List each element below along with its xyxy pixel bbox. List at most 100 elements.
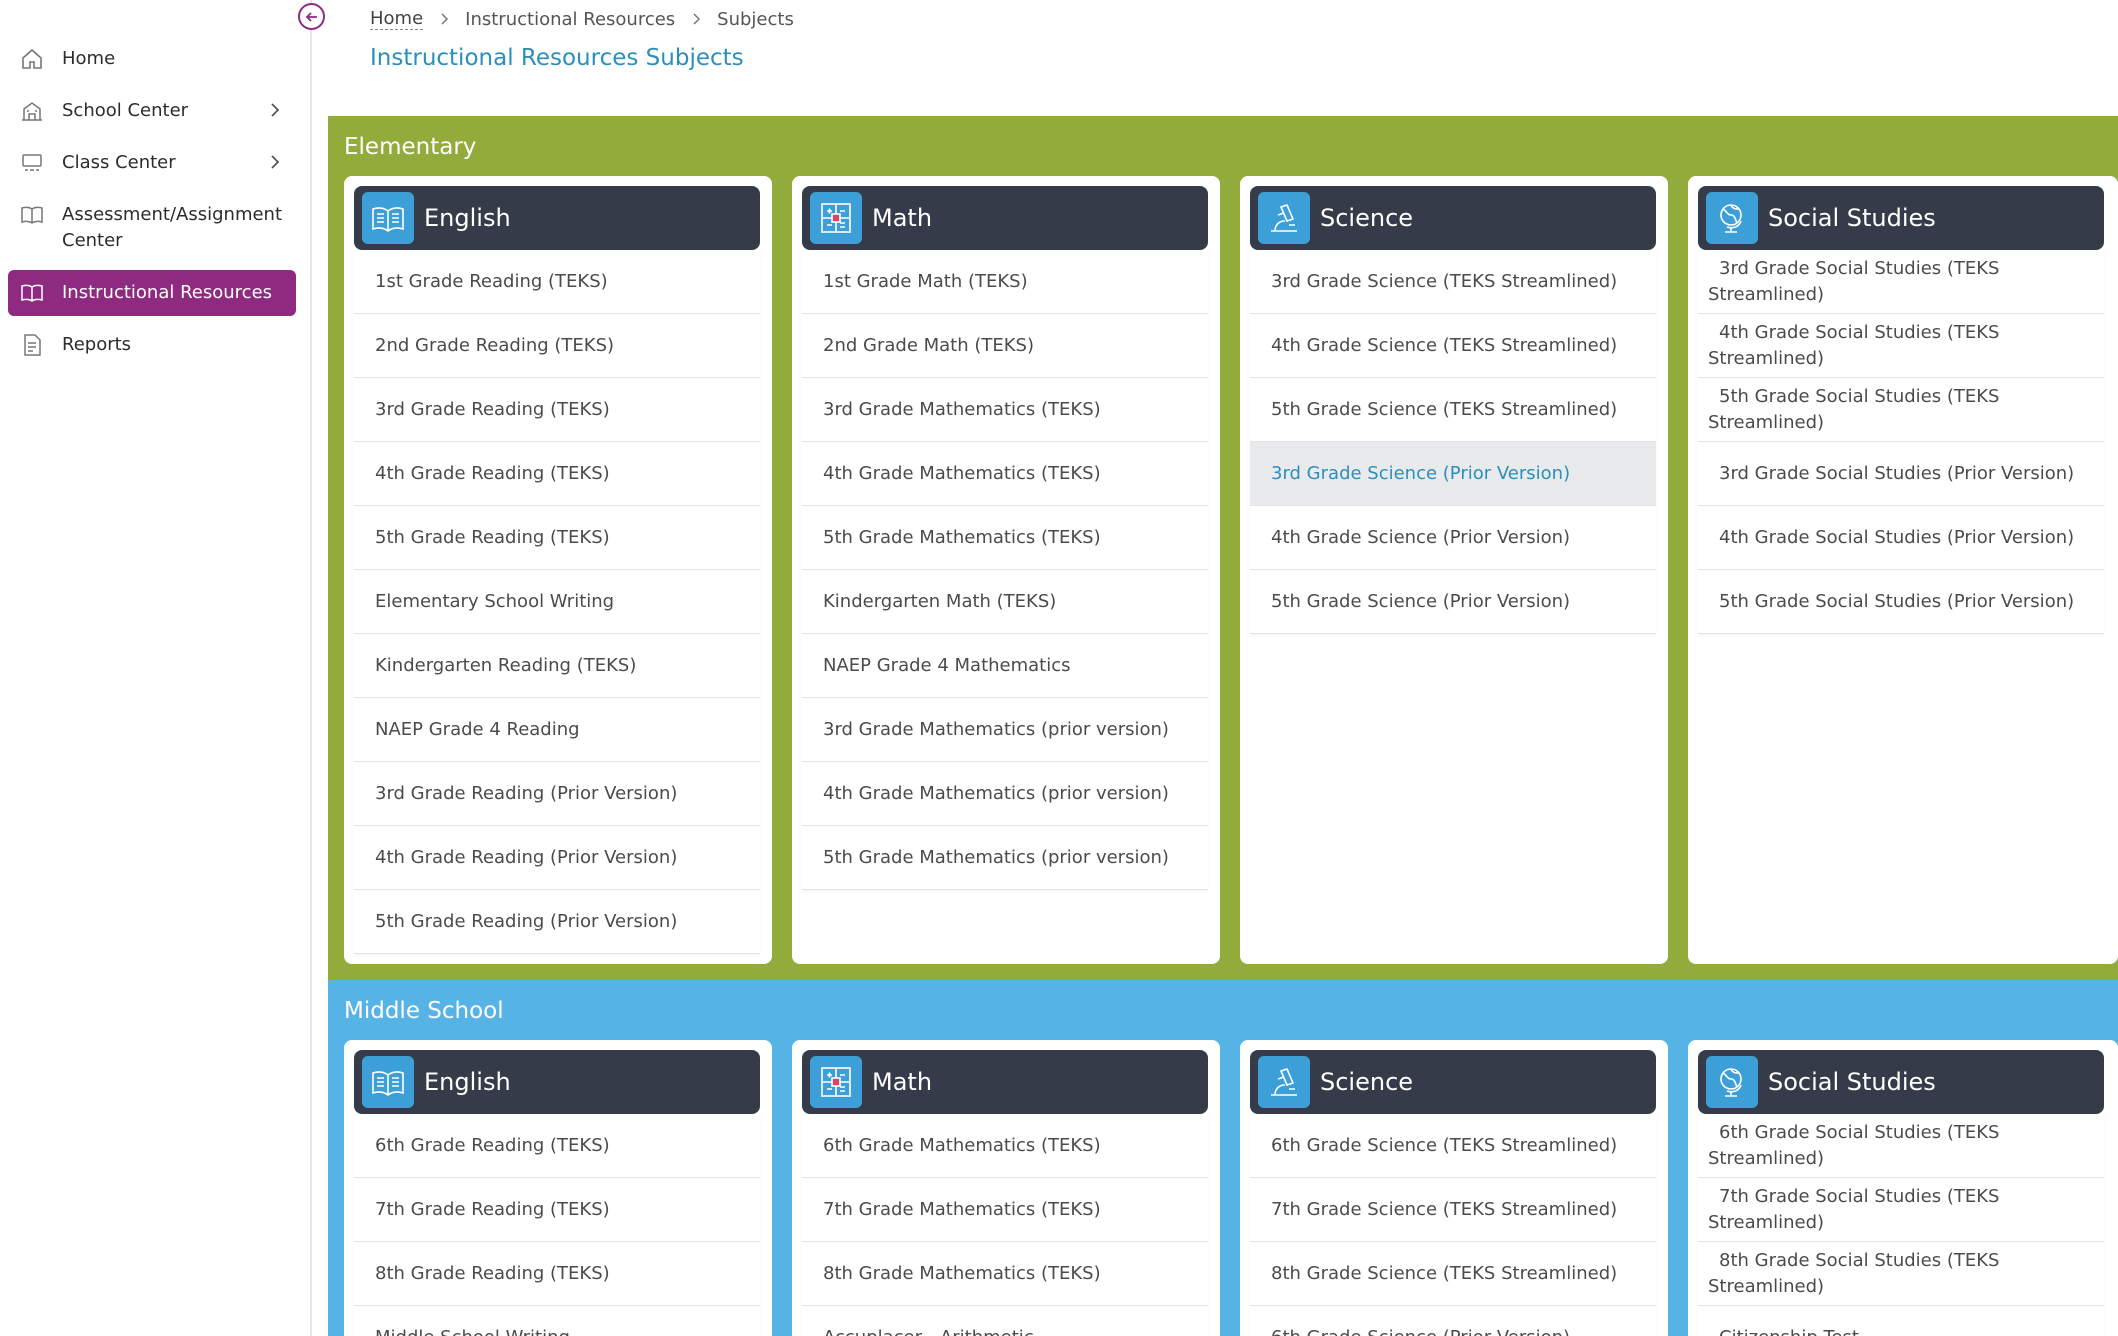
resource-link[interactable]: 4th Grade Reading (TEKS) [354, 442, 760, 506]
breadcrumb-instructional-resources-link[interactable]: Instructional Resources [465, 9, 675, 30]
resource-link[interactable]: 1st Grade Math (TEKS) [802, 250, 1208, 314]
chevron-right-icon [441, 13, 449, 25]
resource-link[interactable]: 8th Grade Science (TEKS Streamlined) [1250, 1242, 1656, 1306]
resource-link[interactable]: 4th Grade Mathematics (prior version) [802, 762, 1208, 826]
resource-link[interactable]: 7th Grade Reading (TEKS) [354, 1178, 760, 1242]
resource-label-line: 5th Grade Social Studies (TEKS [1719, 385, 2000, 407]
resource-link[interactable]: 4th Grade Mathematics (TEKS) [802, 442, 1208, 506]
resource-link[interactable]: 7th Grade Social Studies (TEKS Streamline… [1698, 1178, 2104, 1242]
resource-link[interactable]: 1st Grade Reading (TEKS) [354, 250, 760, 314]
resource-link[interactable]: 4th Grade Science (Prior Version) [1250, 506, 1656, 570]
subject-card-science: Science 6th Grade Science (TEKS Streamli… [1240, 1040, 1668, 1336]
resource-link[interactable]: Kindergarten Math (TEKS) [802, 570, 1208, 634]
resource-link[interactable]: 3rd Grade Mathematics (TEKS) [802, 378, 1208, 442]
sidebar-item-instructional-resources[interactable]: Instructional Resources [8, 270, 296, 316]
card-header: Social Studies [1698, 186, 2104, 250]
resource-link[interactable]: 6th Grade Mathematics (TEKS) [802, 1114, 1208, 1178]
resource-label: 1st Grade Math (TEKS) [823, 271, 1028, 292]
resource-link[interactable]: 5th Grade Mathematics (TEKS) [802, 506, 1208, 570]
resource-list: 6th Grade Science (TEKS Streamlined) 7th … [1250, 1114, 1656, 1336]
resource-link[interactable]: 6th Grade Social Studies (TEKS Streamline… [1698, 1114, 2104, 1178]
card-title: Social Studies [1768, 1068, 1936, 1096]
resource-link[interactable]: Accuplacer - Arithmetic [802, 1306, 1208, 1336]
resource-label: Kindergarten Reading (TEKS) [375, 655, 637, 676]
resource-label: 5th Grade Mathematics (prior version) [823, 847, 1169, 868]
resource-label: 3rd Grade Social Studies (Prior Version) [1719, 463, 2075, 484]
sidebar-item-label: School Center [62, 100, 189, 121]
resource-label: 5th Grade Social Studies (Prior Version) [1719, 591, 2075, 612]
sidebar-item-assessment-center[interactable]: Assessment/Assignment Center [8, 192, 296, 264]
subject-card-science: Science 3rd Grade Science (TEKS Streamli… [1240, 176, 1668, 964]
resource-label-line: Streamlined) [1708, 1211, 1825, 1233]
breadcrumb-home-link[interactable]: Home [370, 8, 424, 30]
resource-link[interactable]: 5th Grade Science (Prior Version) [1250, 570, 1656, 634]
resource-link[interactable]: 4th Grade Reading (Prior Version) [354, 826, 760, 890]
resource-link[interactable]: 8th Grade Social Studies (TEKS Streamline… [1698, 1242, 2104, 1306]
card-header: Science [1250, 186, 1656, 250]
resource-label: 4th Grade Reading (Prior Version) [375, 847, 678, 868]
globe-icon [1706, 192, 1758, 244]
resource-link[interactable]: 3rd Grade Social Studies (Prior Version) [1698, 442, 2104, 506]
resource-link[interactable]: 5th Grade Science (TEKS Streamlined) [1250, 378, 1656, 442]
resource-link[interactable]: 2nd Grade Reading (TEKS) [354, 314, 760, 378]
card-header: Math [802, 186, 1208, 250]
resource-link[interactable]: 3rd Grade Mathematics (prior version) [802, 698, 1208, 762]
resource-link[interactable]: Kindergarten Reading (TEKS) [354, 634, 760, 698]
resource-label: 3rd Grade Science (Prior Version) [1271, 463, 1571, 484]
sidebar-item-home[interactable]: Home [8, 36, 296, 82]
resource-link[interactable]: 3rd Grade Science (TEKS Streamlined) [1250, 250, 1656, 314]
resource-link[interactable]: Citizenship Test [1698, 1306, 2104, 1336]
resource-link[interactable]: Elementary School Writing [354, 570, 760, 634]
card-header: English [354, 186, 760, 250]
resource-label: 3rd Grade Mathematics (TEKS) [823, 399, 1101, 420]
resource-link[interactable]: 6th Grade Science (Prior Version) [1250, 1306, 1656, 1336]
resource-link[interactable]: 7th Grade Science (TEKS Streamlined) [1250, 1178, 1656, 1242]
resource-link[interactable]: 2nd Grade Math (TEKS) [802, 314, 1208, 378]
resource-link[interactable]: 3rd Grade Reading (Prior Version) [354, 762, 760, 826]
resource-label: 5th Grade Mathematics (TEKS) [823, 527, 1101, 548]
resource-link[interactable]: NAEP Grade 4 Mathematics [802, 634, 1208, 698]
breadcrumb-current: Subjects [717, 8, 794, 30]
breadcrumb: Home Instructional Resources Subjects [370, 8, 794, 30]
subject-card-social-studies: Social Studies 3rd Grade Social Studies … [1688, 176, 2118, 964]
collapse-sidebar-button[interactable] [298, 3, 325, 30]
resource-link[interactable]: NAEP Grade 4 Reading [354, 698, 760, 762]
resource-label: 3rd Grade Reading (Prior Version) [375, 783, 678, 804]
chevron-right-icon [271, 103, 280, 117]
page-title: Instructional Resources Subjects [370, 45, 744, 71]
resource-link[interactable]: 3rd Grade Reading (TEKS) [354, 378, 760, 442]
resource-label: 4th Grade Mathematics (prior version) [823, 783, 1169, 804]
resource-label: 8th Grade Science (TEKS Streamlined) [1271, 1263, 1618, 1284]
resource-list: 3rd Grade Social Studies (TEKS Streamline… [1698, 250, 2104, 634]
resource-link[interactable]: 4th Grade Science (TEKS Streamlined) [1250, 314, 1656, 378]
resource-link[interactable]: 5th Grade Social Studies (Prior Version) [1698, 570, 2104, 634]
resource-link[interactable]: 5th Grade Reading (Prior Version) [354, 890, 760, 954]
resource-link[interactable]: 8th Grade Reading (TEKS) [354, 1242, 760, 1306]
sidebar-item-label: Instructional Resources [62, 282, 273, 303]
resource-link[interactable]: 3rd Grade Science (Prior Version) [1250, 442, 1656, 506]
section-middle-school: Middle School English 6th Grade Reading … [328, 980, 2118, 1336]
sidebar-item-label: Reports [62, 334, 132, 355]
resource-link[interactable]: 3rd Grade Social Studies (TEKS Streamline… [1698, 250, 2104, 314]
resource-link[interactable]: 5th Grade Mathematics (prior version) [802, 826, 1208, 890]
resource-link[interactable]: 6th Grade Science (TEKS Streamlined) [1250, 1114, 1656, 1178]
sidebar-item-school-center[interactable]: School Center [8, 88, 296, 134]
calculator-icon [810, 1056, 862, 1108]
sidebar-item-reports[interactable]: Reports [8, 322, 296, 368]
resource-link[interactable]: 4th Grade Social Studies (TEKS Streamline… [1698, 314, 2104, 378]
resource-link[interactable]: 7th Grade Mathematics (TEKS) [802, 1178, 1208, 1242]
resource-link[interactable]: 5th Grade Social Studies (TEKS Streamline… [1698, 378, 2104, 442]
sidebar-item-class-center[interactable]: Class Center [8, 140, 296, 186]
section-title: Elementary [344, 134, 477, 160]
resource-link[interactable]: 6th Grade Reading (TEKS) [354, 1114, 760, 1178]
resource-list: 1st Grade Math (TEKS) 2nd Grade Math (TEK… [802, 250, 1208, 890]
resource-label: Middle School Writing [375, 1327, 570, 1336]
arrow-left-icon [305, 11, 317, 22]
resource-label: 4th Grade Science (TEKS Streamlined) [1271, 335, 1618, 356]
resource-link[interactable]: 5th Grade Reading (TEKS) [354, 506, 760, 570]
card-title: Math [872, 1068, 933, 1096]
home-icon [22, 48, 42, 69]
resource-link[interactable]: Middle School Writing [354, 1306, 760, 1336]
resource-link[interactable]: 4th Grade Social Studies (Prior Version) [1698, 506, 2104, 570]
resource-link[interactable]: 8th Grade Mathematics (TEKS) [802, 1242, 1208, 1306]
